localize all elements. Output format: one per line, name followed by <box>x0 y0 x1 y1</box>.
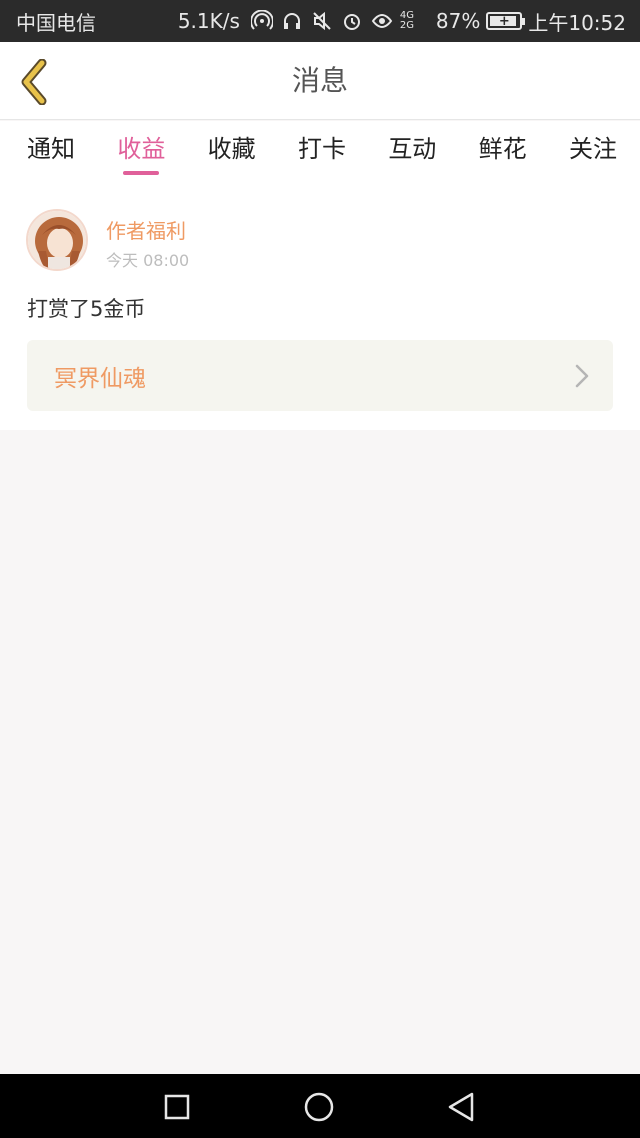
eye-icon <box>370 9 394 33</box>
battery-percent: 87% <box>435 9 481 33</box>
tab-label: 鲜花 <box>478 135 527 163</box>
active-tab-indicator <box>123 171 160 175</box>
message-text: 打赏了5金币 <box>27 297 146 321</box>
tab-label: 通知 <box>27 135 75 163</box>
sender-name: 作者福利 <box>106 219 186 243</box>
status-bar: 中国电信 5.1K/s 4G 2G 87% + 上午10:52 <box>0 0 640 42</box>
home-button[interactable] <box>302 1090 336 1124</box>
signal-icon: 4G 2G <box>399 10 415 31</box>
page-title: 消息 <box>291 64 348 97</box>
timestamp: 今天 08:00 <box>106 251 190 270</box>
recent-apps-button[interactable] <box>160 1090 194 1124</box>
avatar[interactable] <box>26 209 88 271</box>
hotspot-icon <box>250 9 274 33</box>
message-list: 作者福利 今天 08:00 打赏了5金币 冥界仙魂 <box>0 181 640 430</box>
tab-label: 收益 <box>117 135 166 163</box>
headphones-icon <box>280 9 304 33</box>
book-title: 冥界仙魂 <box>54 365 146 392</box>
back-nav-button[interactable] <box>444 1090 478 1124</box>
battery-icon: + <box>486 12 526 30</box>
tab-checkin[interactable]: 打卡 <box>285 121 359 181</box>
carrier-label: 中国电信 <box>16 10 96 35</box>
net-speed: 5.1K/s <box>177 9 240 33</box>
status-icons: 5.1K/s 4G 2G 87% + 上午10:52 <box>178 7 626 36</box>
system-nav-bar <box>0 1074 640 1138</box>
back-triangle-icon <box>448 1092 474 1122</box>
alarm-icon <box>340 9 364 33</box>
tab-label: 打卡 <box>297 135 346 163</box>
tab-bar: 通知 收益 收藏 打卡 互动 鲜花 关注 <box>0 121 640 181</box>
tab-earnings[interactable]: 收益 <box>104 121 178 181</box>
tab-favorites[interactable]: 收藏 <box>195 121 269 181</box>
book-link[interactable]: 冥界仙魂 <box>27 340 613 411</box>
tab-label: 互动 <box>388 135 437 163</box>
clock: 上午10:52 <box>528 10 626 35</box>
tab-notice[interactable]: 通知 <box>14 121 88 181</box>
recent-apps-icon <box>164 1094 190 1120</box>
tab-follow[interactable]: 关注 <box>556 121 630 181</box>
home-icon <box>304 1092 334 1122</box>
tab-label: 收藏 <box>207 135 256 163</box>
header: 消息 <box>0 42 640 120</box>
tab-interaction[interactable]: 互动 <box>375 121 449 181</box>
mute-icon <box>310 9 334 33</box>
tab-flowers[interactable]: 鲜花 <box>466 121 540 181</box>
list-item: 作者福利 今天 08:00 打赏了5金币 冥界仙魂 <box>0 181 640 430</box>
tab-label: 关注 <box>568 135 617 163</box>
chevron-right-icon <box>575 364 589 387</box>
